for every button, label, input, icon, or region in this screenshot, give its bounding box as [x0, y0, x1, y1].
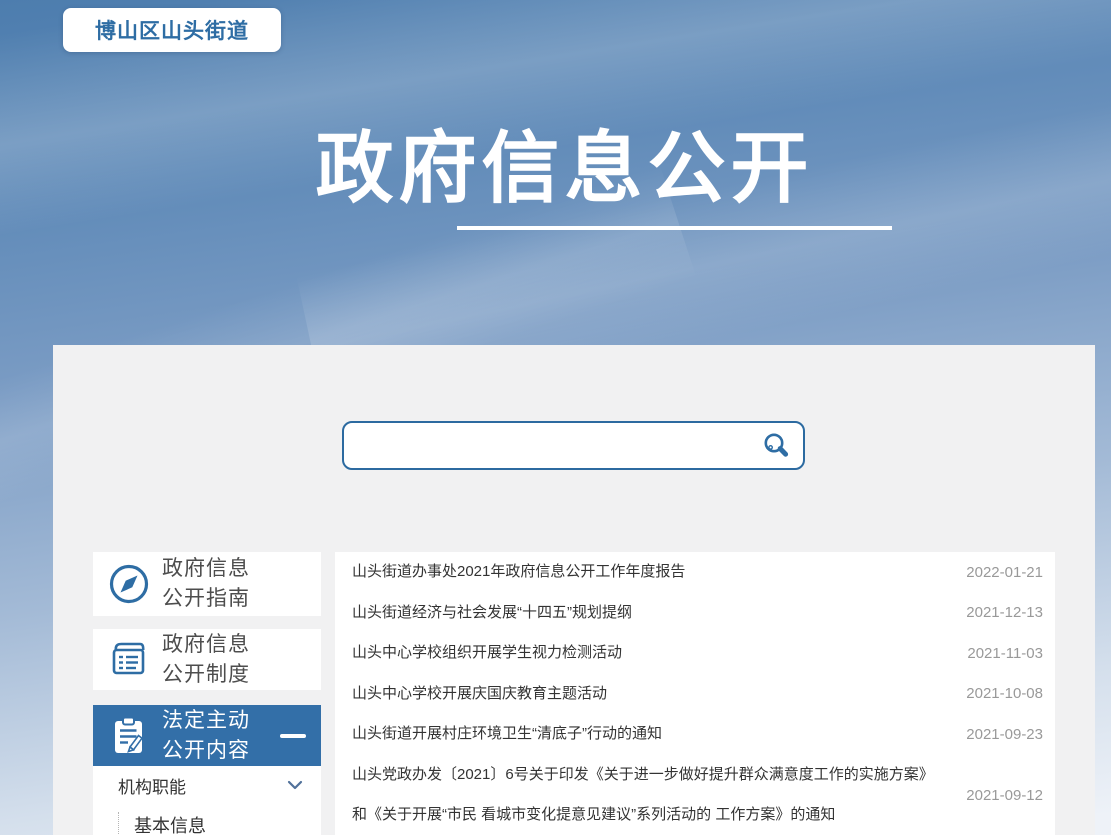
list-item-date: 2021-10-08 — [966, 685, 1043, 702]
site-badge[interactable]: 博山区山头街道 — [63, 8, 281, 52]
list-item-title[interactable]: 山头中心学校开展庆国庆教育主题活动 — [352, 674, 966, 714]
list-item-date: 2021-09-23 — [966, 726, 1043, 743]
list-item-date: 2022-01-21 — [966, 564, 1043, 581]
sidebar-item-label: 政府信息 公开指南 — [162, 554, 250, 614]
list-item[interactable]: 山头街道开展村庄环境卫生“清底子”行动的通知 2021-09-23 — [335, 714, 1055, 755]
page-background: 博山区山头街道 政府信息公开 — [0, 0, 1111, 835]
chevron-down-icon — [287, 780, 303, 790]
sidebar-item-gov-info-system[interactable]: 政府信息 公开制度 — [93, 629, 321, 690]
list-item-title[interactable]: 山头中心学校组织开展学生视力检测活动 — [352, 633, 967, 673]
site-badge-label: 博山区山头街道 — [95, 15, 249, 45]
list-item[interactable]: 山头党政办发〔2021〕6号关于印发《关于进一步做好提升群众满意度工作的实施方案… — [335, 755, 1055, 835]
list-item-title[interactable]: 山头街道经济与社会发展“十四五”规划提纲 — [352, 593, 966, 633]
sidebar-subpanel: 机构职能 基本信息 — [93, 766, 321, 835]
list-item-date: 2021-11-03 — [967, 645, 1043, 662]
ledger-icon — [107, 638, 151, 682]
sidebar-subitem-basic-info[interactable]: 基本信息 — [118, 812, 206, 835]
title-underline — [457, 226, 892, 230]
sidebar-subitem-label: 机构职能 — [118, 773, 186, 798]
list-item-title[interactable]: 山头党政办发〔2021〕6号关于印发《关于进一步做好提升群众满意度工作的实施方案… — [352, 755, 966, 835]
search-icon — [761, 431, 791, 461]
sidebar-item-label: 政府信息 公开制度 — [162, 630, 250, 690]
list-item-title[interactable]: 山头街道开展村庄环境卫生“清底子”行动的通知 — [352, 714, 966, 754]
list-item[interactable]: 山头街道办事处2021年政府信息公开工作年度报告 2022-01-21 — [335, 552, 1055, 593]
list-item-date: 2021-09-12 — [966, 787, 1043, 804]
list-item[interactable]: 山头中心学校组织开展学生视力检测活动 2021-11-03 — [335, 633, 1055, 674]
list-item[interactable]: 山头中心学校开展庆国庆教育主题活动 2021-10-08 — [335, 674, 1055, 715]
search-box — [342, 421, 805, 470]
sidebar-item-gov-info-guide[interactable]: 政府信息 公开指南 — [93, 552, 321, 616]
list-item[interactable]: 山头街道经济与社会发展“十四五”规划提纲 2021-12-13 — [335, 593, 1055, 634]
search-input[interactable] — [344, 423, 761, 468]
sidebar-item-label: 法定主动 公开内容 — [162, 706, 250, 766]
search-button[interactable] — [761, 431, 803, 461]
article-list: 山头街道办事处2021年政府信息公开工作年度报告 2022-01-21 山头街道… — [335, 552, 1055, 835]
minus-icon — [280, 734, 306, 738]
clipboard-pen-icon — [107, 714, 151, 758]
sidebar-subitem-org-functions[interactable]: 机构职能 — [93, 766, 321, 804]
list-item-date: 2021-12-13 — [966, 604, 1043, 621]
page-title: 政府信息公开 — [9, 106, 1111, 218]
sidebar-subitem-label: 基本信息 — [134, 812, 206, 835]
list-item-title[interactable]: 山头街道办事处2021年政府信息公开工作年度报告 — [352, 552, 966, 592]
compass-icon — [107, 562, 151, 606]
content-panel: 政府信息 公开指南 — [53, 345, 1095, 835]
sidebar-item-statutory-disclosure[interactable]: 法定主动 公开内容 — [93, 705, 321, 766]
